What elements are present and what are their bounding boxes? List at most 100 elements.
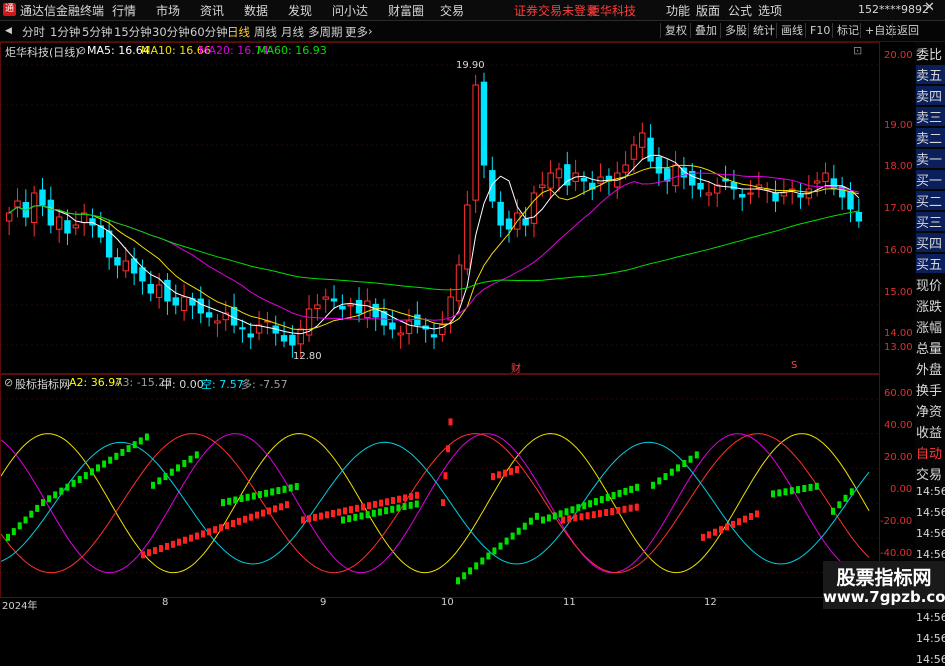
signal-bar: [147, 549, 151, 557]
menu-item-data[interactable]: 数据: [244, 2, 268, 19]
signal-bar: [144, 433, 149, 441]
period-tab-more[interactable]: 更多: [345, 24, 368, 40]
period-tab-15min[interactable]: 15分钟: [114, 24, 152, 40]
close-icon[interactable]: ✕: [924, 0, 935, 15]
candle: [180, 284, 188, 321]
signal-bar: [307, 515, 311, 523]
candle: [647, 124, 654, 168]
ma-settings-icon[interactable]: ⊘: [77, 44, 86, 57]
signal-bar: [237, 517, 241, 525]
signal-bar: [610, 508, 615, 515]
sub-y-tick: 60.00: [884, 388, 913, 399]
signal-bar: [628, 504, 633, 512]
signal-bar: [441, 499, 445, 507]
signal-bar: [669, 468, 674, 476]
signal-bar: [177, 538, 181, 546]
menu-item-formula[interactable]: 公式: [728, 2, 752, 19]
candle: [547, 160, 554, 199]
indicator-chart-panel[interactable]: ⊘ 股标指标网 A2: 36.97 A3: -15.27 中: 0.00 空: …: [0, 374, 880, 598]
menu-item-news[interactable]: 资讯: [200, 2, 224, 19]
kline-chart-panel[interactable]: 炬华科技(日线) ⊘ MA5: 16.64 MA10: 16.66 MA20: …: [0, 42, 880, 375]
chart-settings-icon[interactable]: ⊡: [853, 44, 862, 57]
signal-bar: [701, 533, 705, 541]
candle: [464, 191, 471, 276]
overlay-button[interactable]: 叠加: [690, 23, 721, 38]
indicator-long-label: 多: -7.57: [241, 378, 288, 391]
candle: [30, 185, 38, 237]
signal-bar: [384, 507, 389, 515]
menu-item-wealth[interactable]: 财富圈: [388, 2, 424, 19]
period-tab-daily[interactable]: 日线: [227, 24, 250, 40]
signal-bar: [255, 511, 259, 519]
menu-item-discover[interactable]: 发现: [288, 2, 312, 19]
statistics-button[interactable]: 统计: [748, 23, 779, 38]
period-tab-weekly[interactable]: 周线: [254, 24, 277, 40]
notice-stock-name[interactable]: 炬华科技: [588, 2, 636, 19]
period-tab-30min[interactable]: 30分钟: [152, 24, 190, 40]
signal-bar: [267, 507, 271, 515]
candle: [105, 220, 113, 270]
signal-bar: [522, 522, 527, 530]
candle: [164, 273, 171, 315]
period-tab-timeshare[interactable]: 分时: [22, 24, 45, 40]
signal-bar: [408, 501, 413, 509]
menu-item-options[interactable]: 选项: [758, 2, 782, 19]
candle: [139, 259, 146, 295]
period-tab-1min[interactable]: 1分钟: [50, 24, 80, 40]
kline-chart-svg[interactable]: [1, 43, 879, 373]
signal-bar: [194, 451, 199, 459]
signal-bar: [593, 498, 598, 506]
collapse-icon[interactable]: ◀: [5, 26, 12, 36]
finance-event-marker[interactable]: 财: [511, 360, 521, 375]
trade-login-notice[interactable]: 证券交易未登录: [514, 2, 598, 19]
menu-item-layout[interactable]: 版面: [696, 2, 720, 19]
candle: [39, 177, 46, 217]
candle: [788, 181, 796, 205]
signal-bar: [579, 513, 584, 521]
signal-bar: [771, 490, 775, 498]
watermark-title: 股票指标网: [836, 567, 932, 589]
indicator-settings-icon[interactable]: ⊘: [4, 376, 13, 389]
menu-item-quotes[interactable]: 行情: [112, 2, 136, 19]
side-item: 14:56: [916, 653, 945, 666]
mark-button[interactable]: 标记: [832, 23, 863, 38]
candle: [739, 188, 746, 211]
signal-bar: [71, 479, 76, 487]
signal-bar: [213, 526, 217, 534]
candle: [847, 182, 854, 223]
menu-item-trade[interactable]: 交易: [440, 2, 464, 19]
signal-bar: [165, 542, 169, 550]
signal-bar: [96, 464, 100, 472]
side-item[interactable]: 交易: [916, 464, 945, 483]
signal-bar: [201, 530, 205, 538]
period-tab-multi[interactable]: 多周期: [308, 24, 343, 40]
signal-bar: [491, 473, 495, 481]
candle: [264, 311, 271, 335]
adjust-button[interactable]: 复权: [660, 23, 691, 38]
dividend-event-marker[interactable]: S: [791, 360, 797, 371]
signal-bar: [585, 512, 590, 520]
candle: [14, 188, 21, 218]
draw-line-button[interactable]: 画线: [776, 23, 807, 38]
back-button[interactable]: 返回: [892, 23, 923, 38]
period-tab-5min[interactable]: 5分钟: [82, 24, 112, 40]
period-tab-60min[interactable]: 60分钟: [190, 24, 228, 40]
menu-item-market[interactable]: 市场: [156, 2, 180, 19]
signal-bar: [23, 516, 28, 524]
signal-bar: [558, 510, 563, 518]
period-tab-monthly[interactable]: 月线: [281, 24, 304, 40]
menu-item-function[interactable]: 功能: [666, 2, 690, 19]
signal-bar: [325, 511, 329, 519]
chevron-right-icon[interactable]: ›: [368, 24, 373, 38]
f10-button[interactable]: F10: [805, 23, 834, 38]
menu-item-ask[interactable]: 问小达: [332, 2, 368, 19]
candle: [630, 135, 638, 173]
indicator-chart-svg[interactable]: [1, 375, 879, 597]
signal-bar: [573, 514, 578, 522]
multi-stock-button[interactable]: 多股: [720, 23, 751, 38]
signal-bar: [492, 547, 497, 555]
signal-bar: [503, 469, 507, 477]
user-account[interactable]: 152****9892: [858, 3, 929, 16]
signal-bar: [207, 528, 211, 536]
side-item[interactable]: 自动: [916, 443, 945, 462]
